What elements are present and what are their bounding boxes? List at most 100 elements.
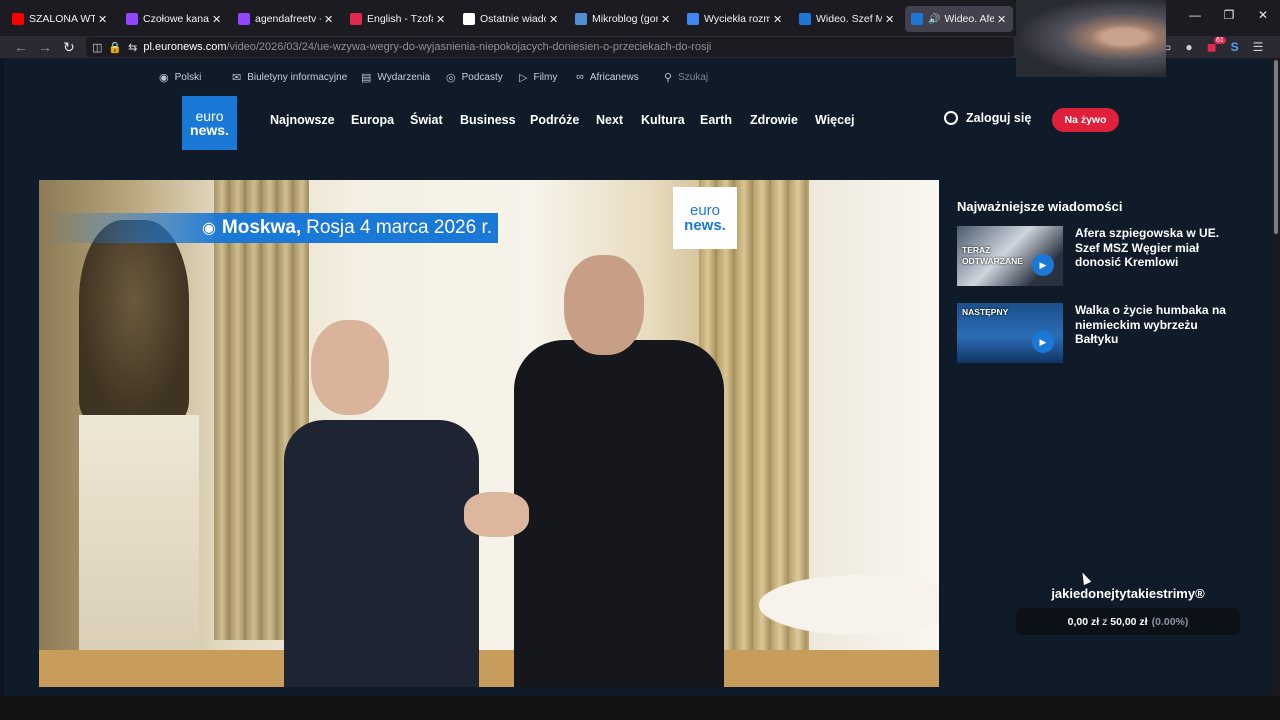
- video-frame-floor: [39, 650, 939, 687]
- reload-icon[interactable]: ↻: [63, 39, 75, 55]
- sidebar-video-item[interactable]: NASTĘPNY ▶ Walka o życie humbaka na niem…: [957, 303, 1237, 363]
- africanews-label: Africanews: [589, 71, 639, 83]
- video-frame-head-right: [564, 255, 644, 355]
- browser-tab[interactable]: Czołowe kanały -✕: [120, 6, 228, 32]
- search-field[interactable]: ⚲ Szukaj: [664, 71, 708, 84]
- page-scrollbar-thumb[interactable]: [1274, 60, 1278, 234]
- close-tab-icon[interactable]: ✕: [436, 13, 446, 26]
- browser-tab[interactable]: English - Tzofar -✕: [344, 6, 452, 32]
- nav-item-kultura[interactable]: Kultura: [641, 113, 685, 127]
- address-bar[interactable]: ◫ 🔒 ⇆ pl.euronews.com/video/2026/03/24/u…: [86, 37, 1014, 57]
- watermark-line2: news.: [684, 217, 726, 234]
- video-watermark-logo: euro news.: [673, 187, 737, 249]
- newsletters-link[interactable]: ✉ Biuletyny informacyjne: [232, 71, 347, 84]
- location-caption: ◉ Moskwa, Rosja 4 marca 2026 r.: [45, 213, 498, 243]
- tab-title: agendafreetv - Tw: [255, 13, 321, 25]
- shield-icon[interactable]: ◫: [92, 41, 102, 54]
- play-circle-icon: ▷: [519, 72, 528, 84]
- video-thumbnail[interactable]: TERAZ ODTWARZANE ▶: [957, 226, 1063, 286]
- nav-item-europa[interactable]: Europa: [351, 113, 394, 127]
- euronews-logo[interactable]: euro news.: [182, 96, 237, 150]
- twitch-icon: [126, 13, 138, 25]
- tab-title: Wideo. Afera: [944, 13, 994, 25]
- nav-item-business[interactable]: Business: [460, 113, 516, 127]
- video-frame-person-right: [514, 340, 724, 687]
- video-thumbnail[interactable]: NASTĘPNY ▶: [957, 303, 1063, 363]
- films-link[interactable]: ▷ Filmy: [519, 71, 557, 84]
- play-icon[interactable]: ▶: [1032, 254, 1054, 276]
- video-frame-plinth: [79, 415, 199, 685]
- play-icon[interactable]: ▶: [1032, 331, 1054, 353]
- language-selector[interactable]: ◉ Polski: [159, 71, 201, 84]
- restore-icon[interactable]: ❐: [1212, 8, 1246, 22]
- close-tab-icon[interactable]: ✕: [212, 13, 222, 26]
- browser-tab[interactable]: agendafreetv - Tw✕: [232, 6, 340, 32]
- close-tab-icon[interactable]: ✕: [549, 13, 559, 26]
- mouse-cursor-icon: [1078, 570, 1092, 586]
- logo-line2: news.: [190, 122, 229, 138]
- calendar-icon: ▤: [361, 72, 372, 84]
- nav-item-earth[interactable]: Earth: [700, 113, 732, 127]
- watermark-line1: euro: [689, 202, 721, 219]
- browser-tab[interactable]: Mikroblog (gorąc✕: [569, 6, 677, 32]
- nav-item-najnowsze[interactable]: Najnowsze: [270, 113, 335, 127]
- main-navigation: euro news. Najnowsze Europa Świat Busine…: [4, 96, 1272, 150]
- close-tab-icon[interactable]: ✕: [98, 13, 108, 26]
- permissions-icon[interactable]: ⇆: [128, 41, 137, 54]
- africanews-icon: ∞: [576, 71, 584, 83]
- video-player[interactable]: ◉ Moskwa, Rosja 4 marca 2026 r. euro new…: [39, 180, 939, 687]
- close-tab-icon[interactable]: ✕: [997, 13, 1007, 26]
- search-placeholder: Szukaj: [678, 72, 709, 83]
- close-tab-icon[interactable]: ✕: [773, 13, 783, 26]
- nav-item-wiecej[interactable]: Więcej: [815, 113, 855, 127]
- nav-item-next[interactable]: Next: [596, 113, 623, 127]
- nav-item-zdrowie[interactable]: Zdrowie: [750, 113, 798, 127]
- sidebar-video-item[interactable]: TERAZ ODTWARZANE ▶ Afera szpiegowska w U…: [957, 226, 1237, 286]
- tab-title: Czołowe kanały -: [143, 13, 209, 25]
- menu-icon[interactable]: ☰: [1253, 40, 1264, 54]
- back-icon[interactable]: ←: [14, 39, 28, 55]
- events-link[interactable]: ▤ Wydarzenia: [361, 71, 430, 84]
- login-button[interactable]: Zaloguj się: [944, 111, 1031, 125]
- search-icon: ⚲: [664, 72, 673, 84]
- google-icon: [687, 13, 699, 25]
- browser-tab[interactable]: Wideo. Szef MSZ✕: [793, 6, 901, 32]
- news-icon: [463, 13, 475, 25]
- tab-title: Wyciekła rozmow: [704, 13, 770, 25]
- events-label: Wydarzenia: [377, 72, 431, 83]
- nav-item-swiat[interactable]: Świat: [410, 113, 443, 127]
- browser-tab[interactable]: 🔊 Wideo. Afera✕: [905, 6, 1013, 32]
- close-window-icon[interactable]: ✕: [1246, 8, 1280, 22]
- browser-tab[interactable]: SZALONA WTORE✕: [6, 6, 114, 32]
- euronews-icon: [911, 13, 923, 25]
- tzofar-icon: [350, 13, 362, 25]
- podcasts-link[interactable]: ◎ Podcasty: [446, 71, 503, 84]
- tab-title: SZALONA WTORE: [29, 13, 95, 25]
- bottom-strip: [0, 696, 1280, 720]
- mask-icon[interactable]: ●: [1185, 40, 1192, 54]
- page: ◉ Polski ✉ Biuletyny informacyjne ▤ Wydarze…: [4, 58, 1272, 696]
- sidebar-item-title[interactable]: Walka o życie humbaka na niemieckim wybr…: [1075, 303, 1235, 347]
- browser-tab[interactable]: Ostatnie wiadomo✕: [457, 6, 565, 32]
- video-frame-head-left: [311, 320, 389, 415]
- live-button[interactable]: Na żywo: [1052, 108, 1119, 132]
- s-extension-icon[interactable]: S: [1231, 40, 1239, 54]
- now-playing-label: TERAZ ODTWARZANE: [962, 245, 1023, 266]
- minimize-icon[interactable]: —: [1178, 8, 1212, 22]
- close-tab-icon[interactable]: ✕: [661, 13, 671, 26]
- browser-tab[interactable]: Wyciekła rozmow✕: [681, 6, 789, 32]
- login-label: Zaloguj się: [966, 111, 1032, 125]
- sidebar-item-title[interactable]: Afera szpiegowska w UE. Szef MSZ Węgier …: [1075, 226, 1235, 270]
- speaker-icon[interactable]: 🔊: [928, 14, 940, 25]
- close-tab-icon[interactable]: ✕: [885, 13, 895, 26]
- tip-goal-bar: 0,00 zł z 50,00 zł (0.00%): [1016, 608, 1240, 635]
- tab-title: Wideo. Szef MSZ: [816, 13, 882, 25]
- lock-icon[interactable]: 🔒: [108, 41, 122, 54]
- africanews-link[interactable]: ∞ Africanews: [576, 71, 639, 83]
- logo-line1: euro: [195, 108, 224, 124]
- close-tab-icon[interactable]: ✕: [324, 13, 334, 26]
- window-controls: — ❐ ✕: [1178, 8, 1280, 22]
- forward-icon[interactable]: →: [38, 39, 52, 55]
- nav-item-podroze[interactable]: Podróże: [530, 113, 579, 127]
- url-text[interactable]: pl.euronews.com/video/2026/03/24/ue-wzyw…: [143, 41, 711, 53]
